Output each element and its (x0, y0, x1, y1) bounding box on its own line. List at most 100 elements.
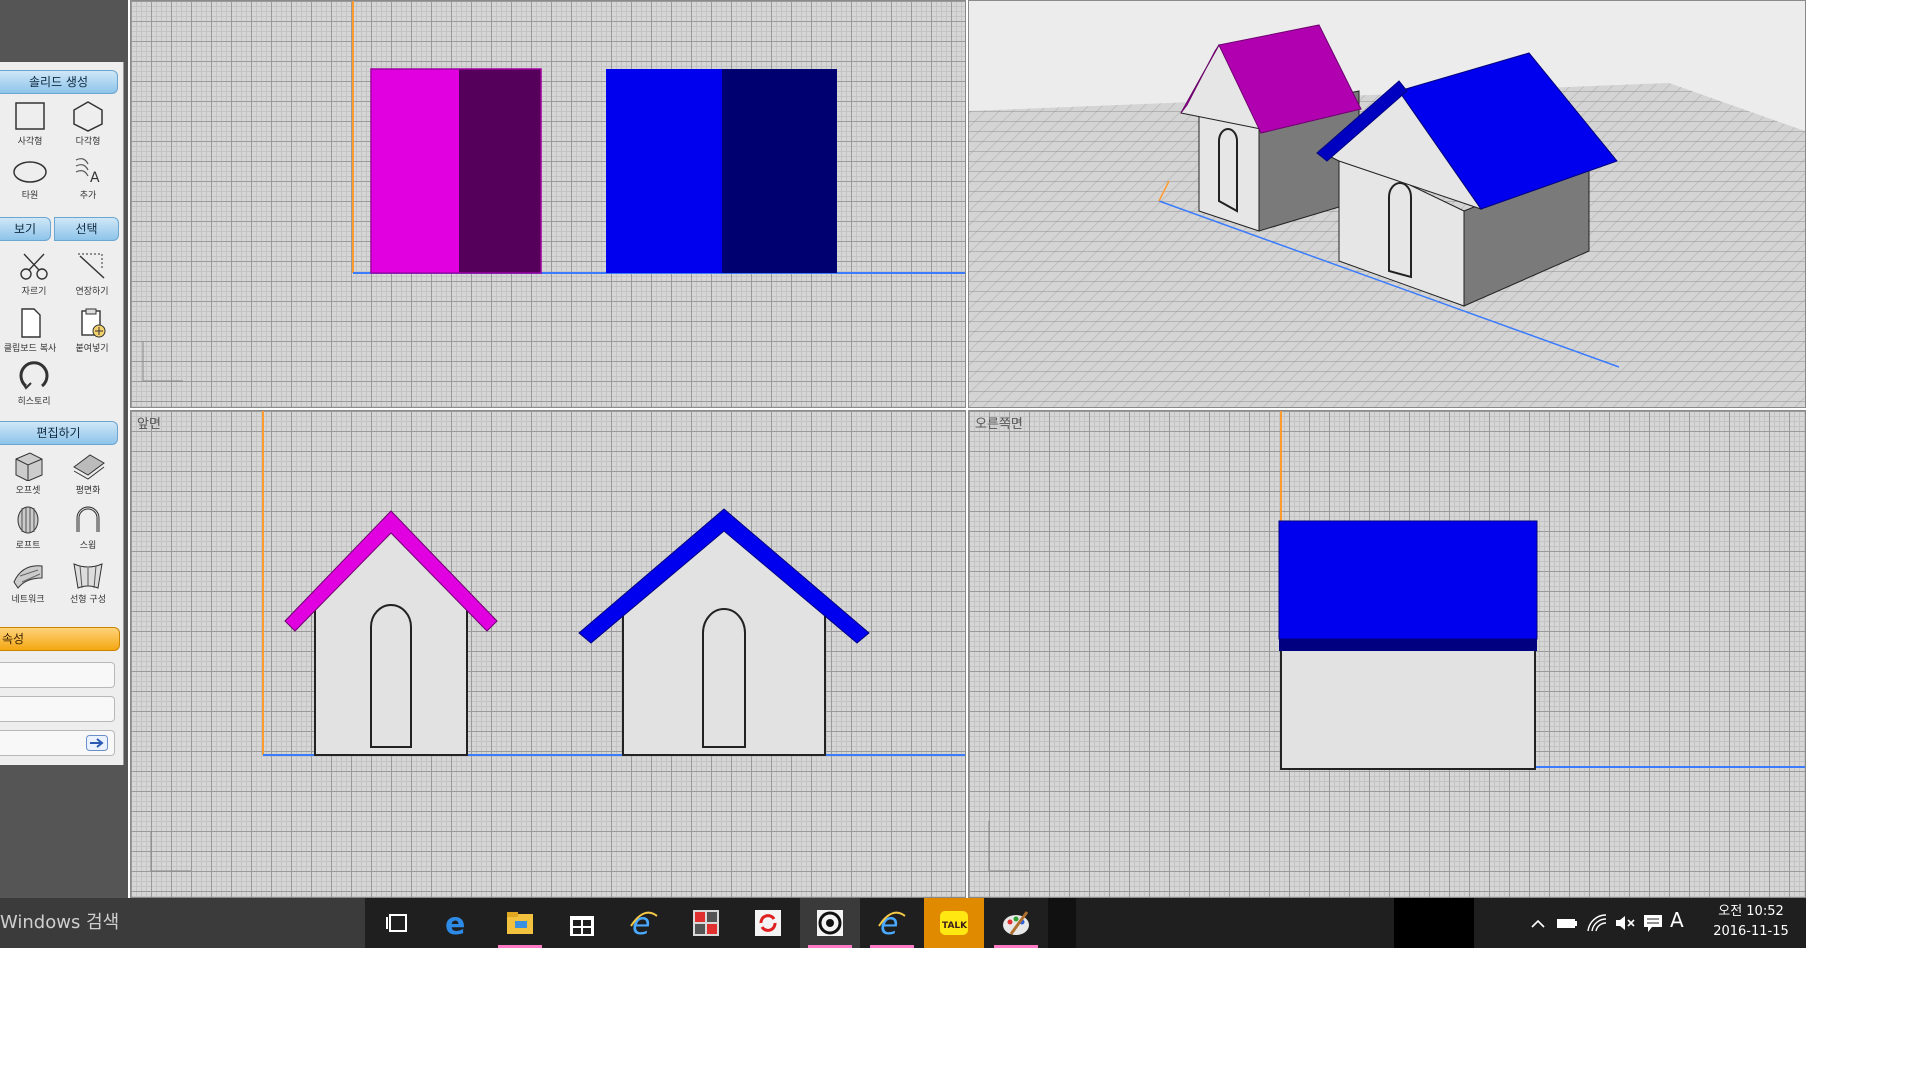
viewport-perspective[interactable] (968, 0, 1806, 408)
front-view-scene (150, 411, 965, 872)
tray-action-center[interactable] (1642, 911, 1664, 939)
tool-extend[interactable]: 연장하기 (64, 250, 120, 297)
taskbar-internet-explorer-2[interactable]: e (862, 898, 922, 948)
tool-label: 자르기 (21, 287, 47, 297)
tool-network[interactable]: 네트워크 (0, 558, 56, 605)
kakaotalk-text: TALK (942, 921, 968, 931)
house1-door (370, 604, 412, 748)
tray-clock[interactable]: 오전 10:52 2016-11-15 (1706, 902, 1796, 942)
app-red-icon (693, 910, 719, 936)
paste-icon (81, 308, 106, 338)
property-field-3[interactable] (0, 730, 115, 756)
scissors-icon (20, 253, 48, 280)
magenta-roof-dark (459, 69, 541, 273)
taskbar-sync-app[interactable] (738, 898, 798, 948)
right-view-scene (988, 411, 1805, 872)
perspective-scene (969, 24, 1805, 407)
loft-icon (17, 506, 39, 534)
taskbar-app-red[interactable] (676, 898, 736, 948)
tool-polygon[interactable]: 다각형 (60, 100, 116, 147)
tool-flatten[interactable]: 평면화 (60, 449, 116, 496)
tool-history[interactable]: 히스토리 (6, 360, 62, 407)
tool-cut[interactable]: 자르기 (6, 250, 62, 297)
history-icon (19, 361, 49, 390)
battery-icon (1557, 919, 1577, 928)
tool-label: 연장하기 (75, 287, 109, 297)
taskbar-modeler-app[interactable] (800, 898, 860, 948)
tool-label: 클립보드 복사 (3, 344, 57, 354)
sync-app-icon (755, 910, 781, 936)
tool-label: 히스토리 (17, 397, 51, 407)
viewport-front[interactable]: 앞면 (130, 410, 966, 898)
svg-text:A: A (90, 170, 100, 186)
tab-select[interactable]: 선택 (54, 217, 119, 241)
taskbar-paint[interactable] (986, 898, 1046, 948)
tool-offset[interactable]: 오프셋 (0, 449, 56, 496)
windows-search-box[interactable]: Windows 검색 (0, 898, 365, 948)
tool-label: 오프셋 (15, 486, 41, 496)
tool-loft[interactable]: 로프트 (0, 504, 56, 551)
edit-header[interactable]: 편집하기 (0, 421, 118, 445)
taskbar-file-explorer[interactable] (490, 898, 550, 948)
blue-roof-light (606, 69, 722, 273)
property-field-1[interactable] (0, 662, 115, 688)
tray-ime[interactable]: A (1670, 908, 1684, 932)
property-field-2[interactable] (0, 696, 115, 722)
arrow-right-icon[interactable] (86, 735, 108, 751)
taskbar-edge[interactable]: e (428, 898, 488, 948)
tray-network[interactable] (1586, 911, 1608, 939)
tab-view[interactable]: 보기 (0, 217, 51, 241)
magenta-roof-light (371, 69, 459, 273)
tool-label: 타원 (21, 191, 39, 201)
taskbar-store[interactable] (552, 898, 612, 948)
network-icon (13, 565, 43, 589)
viewport-right[interactable]: 오른쪽면 (968, 410, 1806, 898)
linear-construct-icon (73, 563, 103, 589)
house-wall (1280, 646, 1536, 770)
taskbar-spacer (1048, 898, 1076, 948)
tool-ellipse[interactable]: 타원 (2, 154, 58, 201)
internet-explorer-icon: e (630, 908, 658, 938)
tool-label: 로프트 (15, 541, 41, 551)
tool-label: 스윕 (79, 541, 97, 551)
tool-paste[interactable]: 붙여넣기 (64, 307, 120, 354)
modeler-app-icon (817, 910, 843, 936)
clock-date: 2016-11-15 (1713, 924, 1789, 939)
tray-battery[interactable] (1556, 911, 1578, 939)
add-text-icon: A (75, 158, 100, 186)
tool-panel: 솔리드 생성 사각형 다각형 타원 A 추가 보기 선택 자르기 연장하기 클립… (0, 62, 124, 765)
tool-clipboard-copy[interactable]: 클립보드 복사 (2, 307, 58, 354)
ellipse-icon (13, 161, 47, 183)
tool-sweep[interactable]: 스윕 (60, 504, 116, 551)
tool-rectangle[interactable]: 사각형 (2, 100, 58, 147)
solid-create-header[interactable]: 솔리드 생성 (0, 70, 118, 94)
action-center-icon (1644, 915, 1662, 932)
sweep-icon (76, 506, 100, 532)
viewport-top[interactable] (130, 0, 966, 408)
svg-text:e: e (445, 908, 465, 938)
tool-label: 추가 (79, 191, 97, 201)
wifi-icon (1587, 914, 1607, 932)
tray-show-hidden[interactable] (1530, 911, 1546, 939)
roof-edge (1279, 639, 1537, 651)
paint-icon (1003, 911, 1029, 935)
properties-header[interactable]: 속성 (0, 627, 120, 651)
tool-add[interactable]: A 추가 (60, 154, 116, 201)
taskbar-task-view[interactable] (368, 898, 428, 948)
taskbar-internet-explorer[interactable]: e (614, 898, 674, 948)
store-icon (570, 916, 594, 936)
tool-label: 다각형 (75, 137, 101, 147)
blue-roof-dark (722, 69, 837, 273)
flatten-icon (73, 454, 105, 480)
tool-linear-construct[interactable]: 선형 구성 (60, 558, 116, 605)
roof-front (1278, 520, 1538, 640)
kakaotalk-icon: TALK (940, 911, 968, 935)
edge-icon: e (445, 908, 465, 938)
tray-volume[interactable] (1614, 911, 1636, 939)
tool-label: 네트워크 (11, 595, 45, 605)
taskbar-kakaotalk[interactable]: TALK (924, 898, 984, 948)
offset-icon (15, 452, 43, 481)
tool-label: 사각형 (17, 137, 43, 147)
volume-muted-icon (1616, 916, 1635, 930)
internet-explorer-2-icon: e (878, 908, 906, 938)
